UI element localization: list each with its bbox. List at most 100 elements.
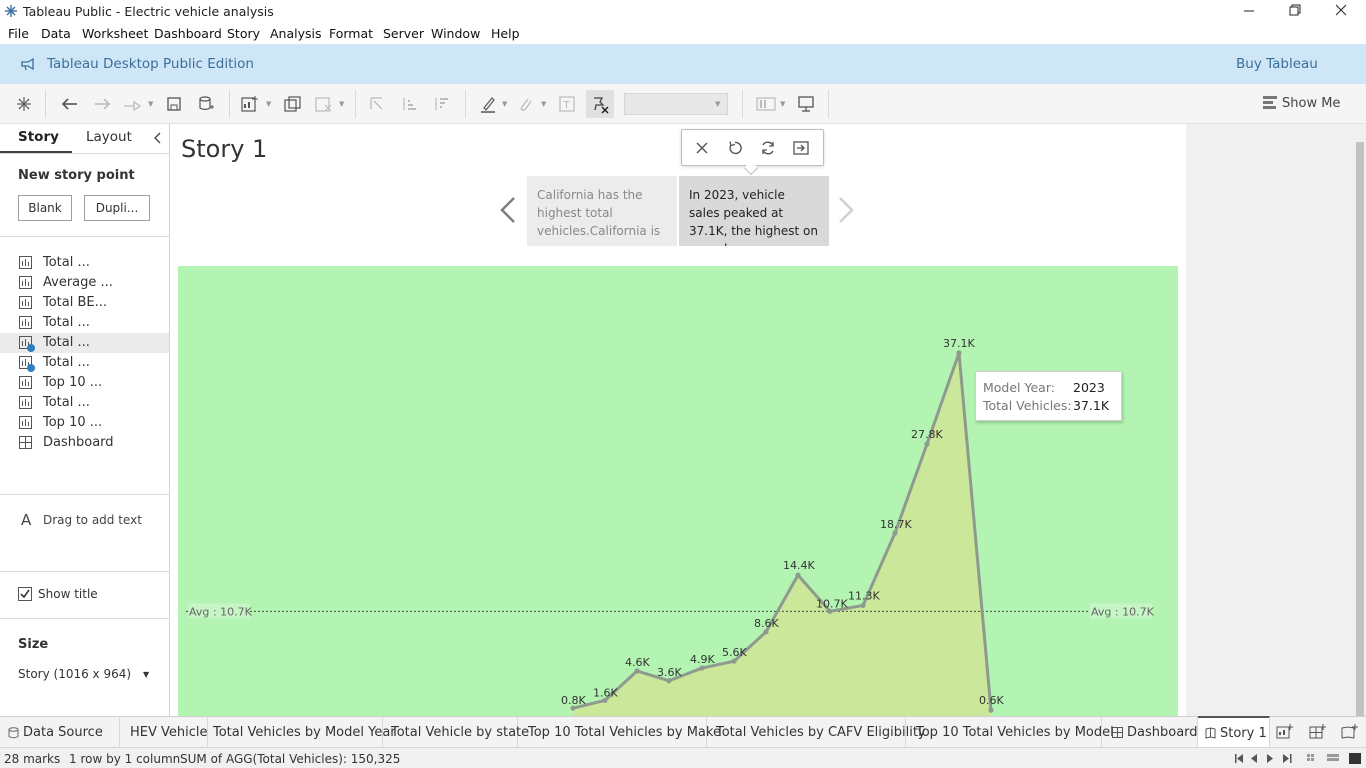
tableau-home-button[interactable] — [13, 94, 35, 114]
tab-total-by-cafv-eligibility[interactable]: Total Vehicles by CAFV Eligibility — [707, 717, 926, 748]
story-point-item[interactable]: Total ... — [0, 253, 169, 273]
data-point[interactable] — [795, 572, 801, 578]
data-point[interactable] — [666, 678, 672, 684]
menu-data[interactable]: Data — [41, 26, 71, 41]
tab-top-10-by-make[interactable]: Top 10 Total Vehicles by Make — [518, 717, 721, 748]
story-point-item[interactable]: Dashboard — [0, 433, 169, 453]
group-dropdown-icon[interactable]: ▼ — [541, 100, 546, 108]
clear-sheet-button[interactable] — [312, 94, 334, 114]
save-as-new-point-button[interactable] — [790, 137, 812, 159]
tab-total-vehicle-by-state[interactable]: Total Vehicle by state — [383, 717, 529, 748]
data-point[interactable] — [892, 530, 898, 536]
data-point[interactable] — [956, 350, 962, 356]
new-worksheet-button[interactable] — [239, 94, 261, 114]
show-me-button[interactable]: Show Me — [1262, 95, 1340, 111]
update-story-point-button[interactable] — [757, 137, 779, 159]
show-mark-labels-button[interactable]: T — [556, 94, 578, 114]
highlight-button[interactable] — [477, 94, 499, 114]
story-point-caption[interactable]: California has the highest total vehicle… — [527, 176, 677, 246]
data-point[interactable] — [924, 441, 930, 447]
new-story-tab-button[interactable] — [1341, 724, 1359, 744]
highlight-dropdown-icon[interactable]: ▼ — [502, 100, 507, 108]
data-point[interactable] — [731, 658, 737, 664]
fit-dropdown[interactable]: ▼ — [624, 93, 728, 115]
menu-worksheet[interactable]: Worksheet — [82, 26, 148, 41]
story-point-item[interactable]: Total ... — [0, 333, 169, 353]
menu-analysis[interactable]: Analysis — [270, 26, 322, 41]
menu-story[interactable]: Story — [227, 26, 260, 41]
story-point-item[interactable]: Total BE... — [0, 293, 169, 313]
new-data-source-button[interactable] — [195, 94, 217, 114]
new-worksheet-dropdown-icon[interactable]: ▼ — [266, 100, 271, 108]
menu-file[interactable]: File — [8, 26, 29, 41]
story-point-item[interactable]: Average ... — [0, 273, 169, 293]
data-point[interactable] — [860, 602, 866, 609]
worksheet-icon — [19, 316, 32, 329]
story-point-label: Dashboard — [43, 435, 114, 450]
tab-data-source[interactable]: Data Source — [0, 717, 120, 748]
data-point[interactable] — [988, 707, 994, 713]
used-check-icon — [27, 344, 35, 352]
data-point[interactable] — [763, 629, 769, 635]
show-cards-button[interactable] — [755, 94, 777, 114]
show-title-checkbox[interactable] — [18, 587, 32, 601]
clear-sheet-dropdown-icon[interactable]: ▼ — [339, 100, 344, 108]
previous-story-point-button[interactable] — [499, 196, 517, 224]
new-worksheet-tab-button[interactable] — [1276, 724, 1294, 744]
story-point-item[interactable]: Total ... — [0, 393, 169, 413]
story-point-item[interactable]: Top 10 ... — [0, 413, 169, 433]
view-mode-icons[interactable] — [1306, 753, 1362, 765]
group-members-button[interactable] — [514, 94, 536, 114]
data-point[interactable] — [634, 668, 640, 674]
duplicate-sheet-button[interactable] — [281, 94, 303, 114]
close-window-button[interactable] — [1318, 0, 1364, 23]
tab-layout[interactable]: Layout — [86, 129, 132, 145]
menu-dashboard[interactable]: Dashboard — [154, 26, 222, 41]
tab-top-10-by-model[interactable]: Top 10 Total Vehicles by Model — [906, 717, 1114, 748]
redo-button[interactable] — [91, 94, 113, 114]
minimize-button[interactable] — [1226, 0, 1272, 23]
swap-rows-columns-button[interactable] — [366, 94, 388, 114]
revert-story-point-button[interactable] — [724, 137, 746, 159]
save-button[interactable] — [163, 94, 185, 114]
drag-to-add-text[interactable]: Drag to add text — [43, 513, 142, 527]
next-story-point-button[interactable] — [837, 196, 855, 224]
menu-help[interactable]: Help — [491, 26, 520, 41]
sort-descending-button[interactable] — [430, 94, 452, 114]
story-point-caption-active[interactable]: In 2023, vehicle sales peaked at 37.1K, … — [679, 176, 829, 246]
menu-window[interactable]: Window — [431, 26, 480, 41]
menu-format[interactable]: Format — [329, 26, 373, 41]
tab-story-1[interactable]: Story 1 — [1198, 716, 1270, 747]
show-cards-dropdown-icon[interactable]: ▼ — [780, 100, 785, 108]
collapse-pane-icon[interactable] — [152, 131, 162, 145]
new-dashboard-tab-button[interactable] — [1309, 724, 1327, 744]
tab-hev-vehicle[interactable]: HEV Vehicle — [120, 717, 208, 748]
replay-button[interactable] — [121, 94, 143, 114]
tableau-logo-icon — [5, 5, 17, 17]
restore-button[interactable] — [1272, 0, 1318, 23]
tab-total-vehicles-by-model-year[interactable]: Total Vehicles by Model Year — [208, 717, 396, 748]
vertical-scrollbar[interactable] — [1354, 124, 1366, 716]
story-title[interactable]: Story 1 — [181, 135, 267, 163]
data-point[interactable] — [699, 665, 705, 671]
story-point-item[interactable]: Top 10 ... — [0, 373, 169, 393]
blank-story-point-button[interactable]: Blank — [18, 195, 72, 221]
data-label: 11.3K — [848, 589, 880, 602]
sort-ascending-button[interactable] — [398, 94, 420, 114]
story-size-dropdown[interactable]: Story (1016 x 964) ▼ — [18, 667, 152, 687]
undo-button[interactable] — [59, 94, 81, 114]
scrollbar-thumb[interactable] — [1356, 142, 1364, 716]
delete-story-point-button[interactable] — [691, 137, 713, 159]
tab-dashboard[interactable]: Dashboard — [1102, 717, 1198, 748]
story-point-label: Top 10 ... — [43, 415, 103, 430]
presentation-mode-button[interactable] — [795, 94, 817, 114]
menu-server[interactable]: Server — [383, 26, 424, 41]
fix-axes-button[interactable] — [586, 90, 614, 118]
sheet-navigation-icons[interactable] — [1234, 753, 1294, 764]
story-point-item[interactable]: Total ... — [0, 353, 169, 373]
replay-dropdown-icon[interactable]: ▼ — [148, 100, 153, 108]
story-point-item[interactable]: Total ... — [0, 313, 169, 333]
buy-tableau-link[interactable]: Buy Tableau — [1236, 56, 1318, 72]
tab-story[interactable]: Story — [18, 129, 59, 145]
duplicate-story-point-button[interactable]: Dupli... — [84, 195, 150, 221]
